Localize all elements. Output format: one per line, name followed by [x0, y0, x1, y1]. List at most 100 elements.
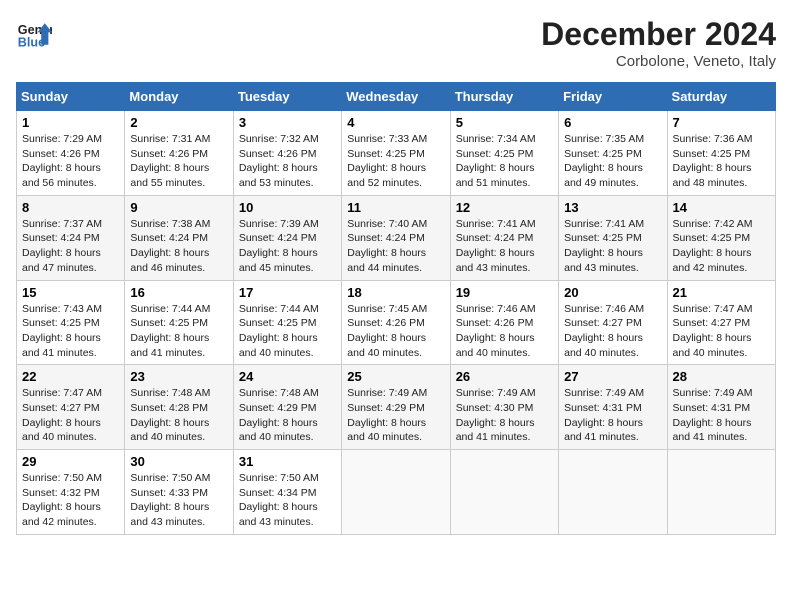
calendar-cell: 2 Sunrise: 7:31 AMSunset: 4:26 PMDayligh…	[125, 111, 233, 196]
cell-info: Sunrise: 7:50 AMSunset: 4:33 PMDaylight:…	[130, 472, 210, 528]
month-title: December 2024	[541, 16, 776, 53]
page-header: General Blue December 2024 Corbolone, Ve…	[16, 16, 776, 70]
cell-info: Sunrise: 7:47 AMSunset: 4:27 PMDaylight:…	[22, 387, 102, 443]
svg-text:Blue: Blue	[18, 36, 45, 50]
logo-icon: General Blue	[16, 16, 52, 52]
calendar-cell	[559, 450, 667, 535]
calendar-cell: 9 Sunrise: 7:38 AMSunset: 4:24 PMDayligh…	[125, 195, 233, 280]
calendar-cell: 14 Sunrise: 7:42 AMSunset: 4:25 PMDaylig…	[667, 195, 775, 280]
weekday-header-sunday: Sunday	[17, 83, 125, 111]
day-number: 25	[347, 369, 444, 384]
day-number: 22	[22, 369, 119, 384]
cell-info: Sunrise: 7:41 AMSunset: 4:24 PMDaylight:…	[456, 218, 536, 274]
day-number: 26	[456, 369, 553, 384]
day-number: 20	[564, 285, 661, 300]
cell-info: Sunrise: 7:39 AMSunset: 4:24 PMDaylight:…	[239, 218, 319, 274]
cell-info: Sunrise: 7:34 AMSunset: 4:25 PMDaylight:…	[456, 133, 536, 189]
weekday-header-monday: Monday	[125, 83, 233, 111]
day-number: 12	[456, 200, 553, 215]
calendar-week-2: 8 Sunrise: 7:37 AMSunset: 4:24 PMDayligh…	[17, 195, 776, 280]
calendar-week-4: 22 Sunrise: 7:47 AMSunset: 4:27 PMDaylig…	[17, 365, 776, 450]
calendar-cell: 22 Sunrise: 7:47 AMSunset: 4:27 PMDaylig…	[17, 365, 125, 450]
cell-info: Sunrise: 7:31 AMSunset: 4:26 PMDaylight:…	[130, 133, 210, 189]
calendar-cell: 13 Sunrise: 7:41 AMSunset: 4:25 PMDaylig…	[559, 195, 667, 280]
cell-info: Sunrise: 7:37 AMSunset: 4:24 PMDaylight:…	[22, 218, 102, 274]
location-title: Corbolone, Veneto, Italy	[541, 53, 776, 70]
calendar-cell: 12 Sunrise: 7:41 AMSunset: 4:24 PMDaylig…	[450, 195, 558, 280]
calendar-cell: 10 Sunrise: 7:39 AMSunset: 4:24 PMDaylig…	[233, 195, 341, 280]
day-number: 4	[347, 115, 444, 130]
calendar-cell: 6 Sunrise: 7:35 AMSunset: 4:25 PMDayligh…	[559, 111, 667, 196]
calendar-cell: 1 Sunrise: 7:29 AMSunset: 4:26 PMDayligh…	[17, 111, 125, 196]
day-number: 6	[564, 115, 661, 130]
day-number: 10	[239, 200, 336, 215]
day-number: 29	[22, 454, 119, 469]
day-number: 1	[22, 115, 119, 130]
calendar-cell	[450, 450, 558, 535]
day-number: 24	[239, 369, 336, 384]
calendar-cell	[667, 450, 775, 535]
day-number: 18	[347, 285, 444, 300]
calendar-table: SundayMondayTuesdayWednesdayThursdayFrid…	[16, 82, 776, 535]
calendar-cell: 28 Sunrise: 7:49 AMSunset: 4:31 PMDaylig…	[667, 365, 775, 450]
cell-info: Sunrise: 7:50 AMSunset: 4:34 PMDaylight:…	[239, 472, 319, 528]
calendar-cell: 30 Sunrise: 7:50 AMSunset: 4:33 PMDaylig…	[125, 450, 233, 535]
calendar-cell: 21 Sunrise: 7:47 AMSunset: 4:27 PMDaylig…	[667, 280, 775, 365]
cell-info: Sunrise: 7:45 AMSunset: 4:26 PMDaylight:…	[347, 303, 427, 359]
cell-info: Sunrise: 7:36 AMSunset: 4:25 PMDaylight:…	[673, 133, 753, 189]
cell-info: Sunrise: 7:42 AMSunset: 4:25 PMDaylight:…	[673, 218, 753, 274]
day-number: 31	[239, 454, 336, 469]
cell-info: Sunrise: 7:49 AMSunset: 4:31 PMDaylight:…	[673, 387, 753, 443]
calendar-cell	[342, 450, 450, 535]
weekday-header-thursday: Thursday	[450, 83, 558, 111]
day-number: 11	[347, 200, 444, 215]
cell-info: Sunrise: 7:50 AMSunset: 4:32 PMDaylight:…	[22, 472, 102, 528]
calendar-cell: 7 Sunrise: 7:36 AMSunset: 4:25 PMDayligh…	[667, 111, 775, 196]
cell-info: Sunrise: 7:44 AMSunset: 4:25 PMDaylight:…	[239, 303, 319, 359]
weekday-header-tuesday: Tuesday	[233, 83, 341, 111]
calendar-cell: 29 Sunrise: 7:50 AMSunset: 4:32 PMDaylig…	[17, 450, 125, 535]
calendar-cell: 25 Sunrise: 7:49 AMSunset: 4:29 PMDaylig…	[342, 365, 450, 450]
calendar-cell: 8 Sunrise: 7:37 AMSunset: 4:24 PMDayligh…	[17, 195, 125, 280]
cell-info: Sunrise: 7:38 AMSunset: 4:24 PMDaylight:…	[130, 218, 210, 274]
day-number: 2	[130, 115, 227, 130]
cell-info: Sunrise: 7:48 AMSunset: 4:28 PMDaylight:…	[130, 387, 210, 443]
calendar-cell: 24 Sunrise: 7:48 AMSunset: 4:29 PMDaylig…	[233, 365, 341, 450]
calendar-cell: 18 Sunrise: 7:45 AMSunset: 4:26 PMDaylig…	[342, 280, 450, 365]
day-number: 17	[239, 285, 336, 300]
calendar-cell: 19 Sunrise: 7:46 AMSunset: 4:26 PMDaylig…	[450, 280, 558, 365]
day-number: 28	[673, 369, 770, 384]
day-number: 13	[564, 200, 661, 215]
cell-info: Sunrise: 7:46 AMSunset: 4:26 PMDaylight:…	[456, 303, 536, 359]
day-number: 9	[130, 200, 227, 215]
cell-info: Sunrise: 7:35 AMSunset: 4:25 PMDaylight:…	[564, 133, 644, 189]
calendar-week-3: 15 Sunrise: 7:43 AMSunset: 4:25 PMDaylig…	[17, 280, 776, 365]
calendar-cell: 27 Sunrise: 7:49 AMSunset: 4:31 PMDaylig…	[559, 365, 667, 450]
calendar-cell: 20 Sunrise: 7:46 AMSunset: 4:27 PMDaylig…	[559, 280, 667, 365]
weekday-header-wednesday: Wednesday	[342, 83, 450, 111]
title-block: December 2024 Corbolone, Veneto, Italy	[541, 16, 776, 70]
day-number: 5	[456, 115, 553, 130]
cell-info: Sunrise: 7:32 AMSunset: 4:26 PMDaylight:…	[239, 133, 319, 189]
day-number: 30	[130, 454, 227, 469]
day-number: 8	[22, 200, 119, 215]
calendar-cell: 5 Sunrise: 7:34 AMSunset: 4:25 PMDayligh…	[450, 111, 558, 196]
day-number: 14	[673, 200, 770, 215]
logo: General Blue	[16, 16, 52, 52]
cell-info: Sunrise: 7:43 AMSunset: 4:25 PMDaylight:…	[22, 303, 102, 359]
day-number: 23	[130, 369, 227, 384]
calendar-cell: 4 Sunrise: 7:33 AMSunset: 4:25 PMDayligh…	[342, 111, 450, 196]
calendar-cell: 31 Sunrise: 7:50 AMSunset: 4:34 PMDaylig…	[233, 450, 341, 535]
calendar-cell: 11 Sunrise: 7:40 AMSunset: 4:24 PMDaylig…	[342, 195, 450, 280]
calendar-cell: 17 Sunrise: 7:44 AMSunset: 4:25 PMDaylig…	[233, 280, 341, 365]
calendar-cell: 3 Sunrise: 7:32 AMSunset: 4:26 PMDayligh…	[233, 111, 341, 196]
cell-info: Sunrise: 7:29 AMSunset: 4:26 PMDaylight:…	[22, 133, 102, 189]
day-number: 27	[564, 369, 661, 384]
weekday-header-saturday: Saturday	[667, 83, 775, 111]
day-number: 7	[673, 115, 770, 130]
cell-info: Sunrise: 7:47 AMSunset: 4:27 PMDaylight:…	[673, 303, 753, 359]
cell-info: Sunrise: 7:48 AMSunset: 4:29 PMDaylight:…	[239, 387, 319, 443]
weekday-header-friday: Friday	[559, 83, 667, 111]
day-number: 19	[456, 285, 553, 300]
calendar-cell: 23 Sunrise: 7:48 AMSunset: 4:28 PMDaylig…	[125, 365, 233, 450]
